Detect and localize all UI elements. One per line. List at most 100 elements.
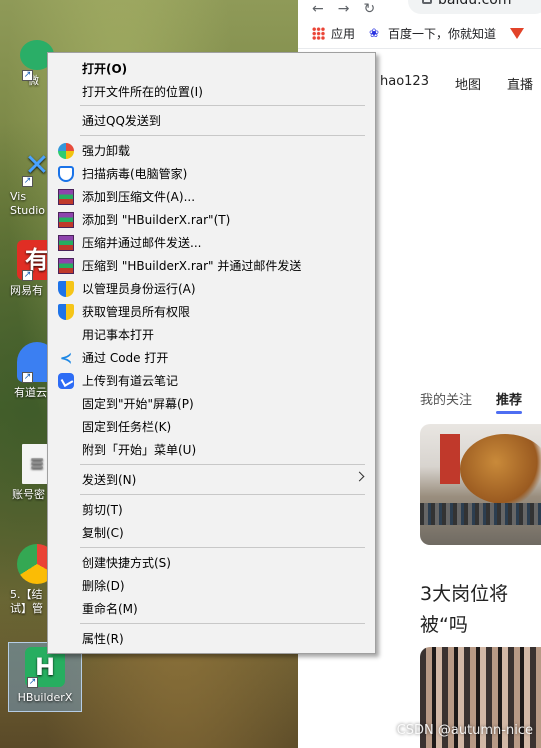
bookmark-gitlab[interactable]: [510, 27, 530, 39]
menu-item-label: 添加到 "HBuilderX.rar"(T): [82, 213, 231, 227]
context-menu: 打开(O) 打开文件所在的位置(I) 通过QQ发送到 强力卸载 扫描病毒(电脑管…: [47, 52, 376, 654]
menu-item-label: 通过QQ发送到: [82, 114, 161, 128]
menu-item-send-via-qq[interactable]: 通过QQ发送到: [50, 109, 373, 132]
shortcut-arrow-icon: ↗: [22, 270, 33, 281]
menu-item-compress-to-rar-and-email[interactable]: 压缩到 "HBuilderX.rar" 并通过邮件发送: [50, 254, 373, 277]
shortcut-arrow-icon: ↗: [22, 372, 33, 383]
menu-item-label: 发送到(N): [82, 473, 137, 487]
menu-item-delete[interactable]: 删除(D): [50, 574, 373, 597]
menu-item-label: 删除(D): [82, 579, 125, 593]
menu-separator: [80, 494, 365, 495]
menu-item-open-file-location[interactable]: 打开文件所在的位置(I): [50, 80, 373, 103]
csdn-watermark: CSDN @autumn-nice: [396, 723, 533, 738]
forward-arrow-icon[interactable]: →: [338, 1, 350, 17]
menu-item-label: 强力卸载: [82, 144, 131, 158]
menu-separator: [80, 464, 365, 465]
nav-link-hao123[interactable]: hao123: [380, 74, 429, 93]
menu-item-label: 压缩并通过邮件发送...: [82, 236, 202, 250]
feed-tabs: 我的关注 推荐: [420, 389, 523, 414]
menu-item-send-to[interactable]: 发送到(N): [50, 468, 373, 491]
desktop-icon-label: HBuilderX: [17, 691, 73, 704]
menu-item-pin-to-start[interactable]: 固定到"开始"屏幕(P): [50, 392, 373, 415]
bookmark-label: 百度一下，你就知道: [388, 26, 497, 41]
crowd-shape: [420, 503, 541, 525]
shortcut-arrow-icon: ↗: [22, 176, 33, 187]
tab-my-follow[interactable]: 我的关注: [420, 389, 472, 408]
rar-icon: [58, 212, 74, 228]
bookmark-baidu[interactable]: ❀ 百度一下，你就知道: [369, 25, 496, 42]
menu-item-scan-virus[interactable]: 扫描病毒(电脑管家): [50, 162, 373, 185]
rar-icon: [58, 189, 74, 205]
youdao-note-icon: [58, 373, 74, 389]
menu-item-label: 压缩到 "HBuilderX.rar" 并通过邮件发送: [82, 259, 302, 273]
toolbar-divider: [298, 48, 541, 49]
menu-separator: [80, 135, 365, 136]
nav-link-live[interactable]: 直播: [507, 74, 533, 93]
menu-separator: [80, 623, 365, 624]
menu-item-add-to-rar[interactable]: 添加到 "HBuilderX.rar"(T): [50, 208, 373, 231]
bookmark-apps[interactable]: 应用: [312, 25, 355, 42]
menu-item-open[interactable]: 打开(O): [50, 57, 373, 80]
menu-item-label: 复制(C): [82, 526, 124, 540]
news-thumbnail[interactable]: [420, 424, 541, 545]
address-bar[interactable]: baidu.com: [408, 0, 541, 14]
reload-icon[interactable]: ↻: [363, 1, 375, 17]
menu-item-properties[interactable]: 属性(R): [50, 627, 373, 650]
menu-item-copy[interactable]: 复制(C): [50, 521, 373, 544]
menu-item-upload-youdao-note[interactable]: 上传到有道云笔记: [50, 369, 373, 392]
menu-item-label: 创建快捷方式(S): [82, 556, 171, 570]
shortcut-arrow-icon: ↗: [27, 677, 38, 688]
menu-item-compress-and-email[interactable]: 压缩并通过邮件发送...: [50, 231, 373, 254]
apps-grid-icon: [312, 26, 325, 40]
flower-icon: [58, 143, 74, 159]
shortcut-arrow-icon: ↗: [22, 70, 33, 81]
menu-item-label: 重命名(M): [82, 602, 138, 616]
menu-item-run-as-admin[interactable]: 以管理员身份运行(A): [50, 277, 373, 300]
menu-item-label: 固定到任务栏(K): [82, 420, 172, 434]
menu-item-label: 剪切(T): [82, 503, 123, 517]
uac-shield-icon: [58, 304, 74, 320]
lock-icon: [422, 0, 432, 4]
menu-item-label: 扫描病毒(电脑管家): [82, 167, 188, 181]
menu-item-create-shortcut[interactable]: 创建快捷方式(S): [50, 551, 373, 574]
menu-item-open-with-notepad[interactable]: 用记事本打开: [50, 323, 373, 346]
back-arrow-icon[interactable]: ←: [312, 1, 324, 17]
menu-item-label: 固定到"开始"屏幕(P): [82, 397, 194, 411]
menu-item-open-with-code[interactable]: ≺ 通过 Code 打开: [50, 346, 373, 369]
menu-item-label: 添加到压缩文件(A)...: [82, 190, 196, 204]
rar-icon: [58, 258, 74, 274]
menu-item-label: 打开文件所在的位置(I): [82, 85, 203, 99]
bookmarks-bar: 应用 ❀ 百度一下，你就知道: [298, 22, 541, 44]
rar-icon: [58, 235, 74, 251]
menu-item-take-ownership[interactable]: 获取管理员所有权限: [50, 300, 373, 323]
menu-item-label: 上传到有道云笔记: [82, 374, 179, 388]
menu-item-rename[interactable]: 重命名(M): [50, 597, 373, 620]
baidu-paw-icon: ❀: [369, 25, 380, 40]
menu-item-label: 打开(O): [82, 62, 128, 76]
desktop-icon-label: Vis Studio: [10, 190, 46, 217]
menu-item-pin-to-taskbar[interactable]: 固定到任务栏(K): [50, 415, 373, 438]
red-sign-shape: [440, 434, 460, 484]
nav-link-map[interactable]: 地图: [455, 74, 481, 93]
menu-separator: [80, 547, 365, 548]
vscode-icon: ≺: [59, 349, 73, 367]
baidu-nav-links: hao123 地图 直播: [380, 74, 533, 93]
menu-item-label: 通过 Code 打开: [82, 351, 169, 365]
uac-shield-icon: [58, 281, 74, 297]
menu-item-force-uninstall[interactable]: 强力卸载: [50, 139, 373, 162]
menu-item-label: 附到「开始」菜单(U): [82, 443, 197, 457]
gitlab-fox-icon: [510, 27, 525, 39]
bookmark-label: 应用: [331, 26, 356, 41]
autumn-tree-shape: [460, 434, 541, 504]
menu-separator: [80, 105, 365, 106]
menu-item-add-to-archive[interactable]: 添加到压缩文件(A)...: [50, 185, 373, 208]
menu-item-attach-to-start-menu[interactable]: 附到「开始」菜单(U): [50, 438, 373, 461]
news-headline[interactable]: 3大岗位将被“吗: [420, 579, 541, 641]
menu-item-label: 属性(R): [82, 632, 124, 646]
chevron-right-icon: [354, 471, 365, 482]
menu-item-cut[interactable]: 剪切(T): [50, 498, 373, 521]
menu-item-label: 获取管理员所有权限: [82, 305, 191, 319]
shield-icon: [58, 166, 74, 182]
menu-item-label: 以管理员身份运行(A): [82, 282, 196, 296]
tab-recommend[interactable]: 推荐: [496, 389, 523, 414]
